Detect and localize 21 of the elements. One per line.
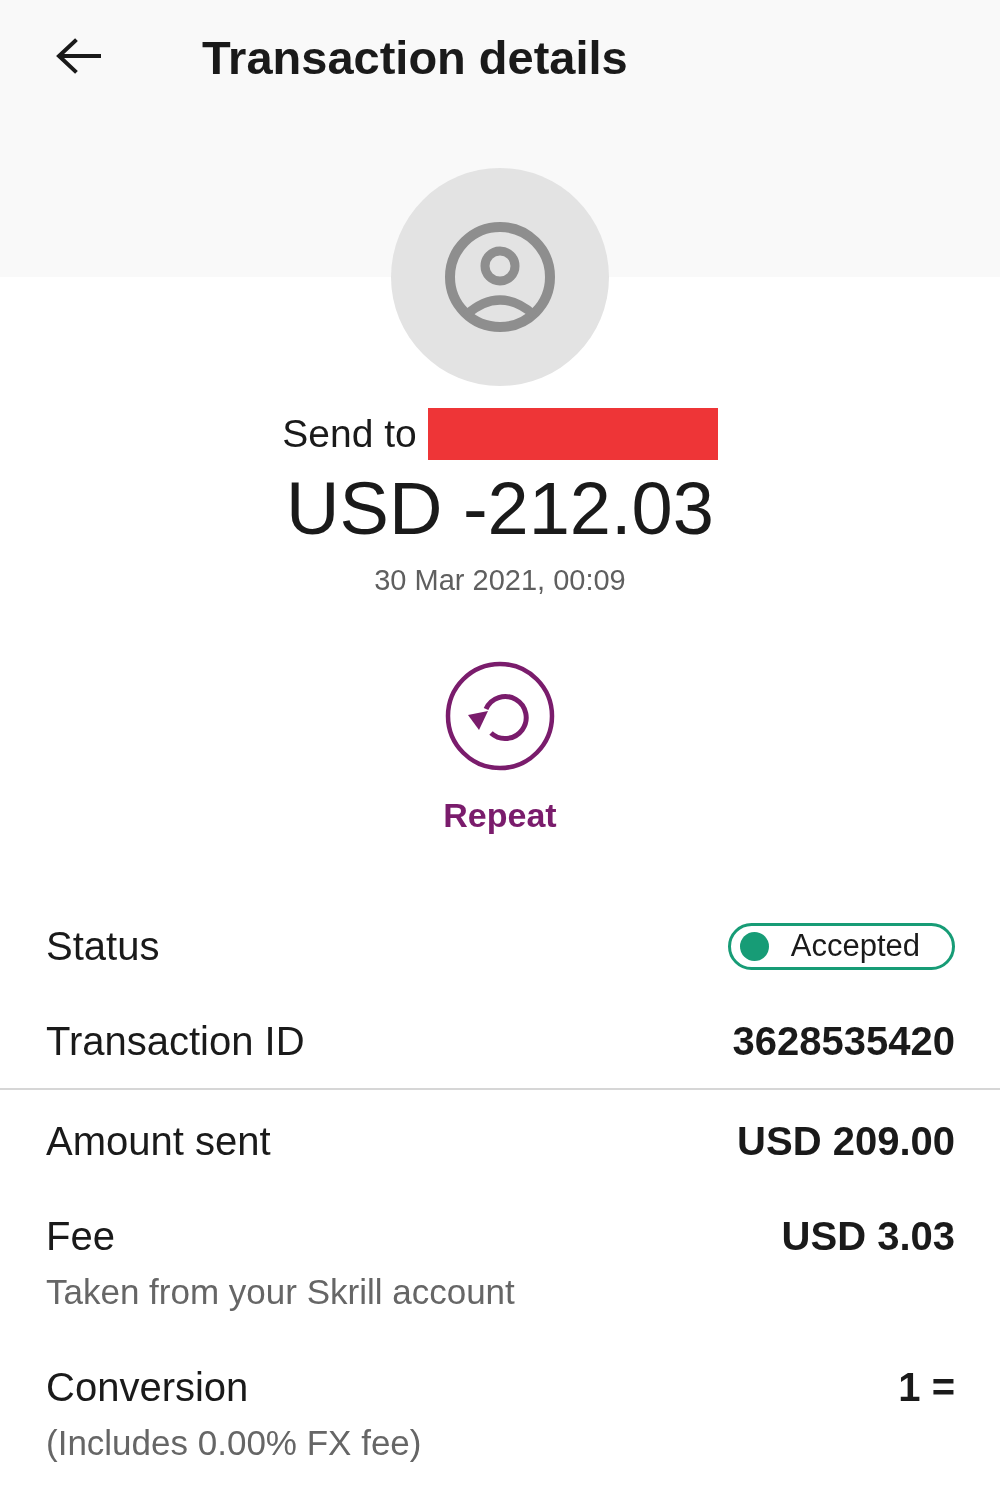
status-text: Accepted (790, 927, 920, 965)
detail-label: Status (46, 923, 160, 970)
detail-note: (Includes 0.00% FX fee) (46, 1422, 422, 1464)
detail-label: Amount sent (46, 1118, 271, 1165)
detail-label: Transaction ID (46, 1018, 305, 1065)
detail-label: Conversion (46, 1364, 249, 1411)
page-title: Transaction details (202, 29, 628, 85)
back-arrow-icon (55, 38, 101, 74)
back-button[interactable] (55, 38, 101, 74)
detail-value: 3628535420 (732, 1018, 955, 1065)
repeat-button[interactable]: Repeat (443, 661, 557, 835)
detail-value: USD 3.03 (781, 1213, 955, 1260)
detail-label: Fee (46, 1213, 115, 1260)
detail-value: 1 = (898, 1364, 955, 1411)
avatar-icon (391, 168, 609, 386)
detail-note: Taken from your Skrill account (46, 1271, 515, 1313)
transaction-date: 30 Mar 2021, 00:09 (373, 563, 627, 598)
repeat-icon (445, 661, 555, 771)
detail-value: USD 209.00 (737, 1118, 955, 1165)
send-to-label: Send to (282, 411, 417, 457)
transaction-amount: USD -212.03 (285, 468, 715, 550)
